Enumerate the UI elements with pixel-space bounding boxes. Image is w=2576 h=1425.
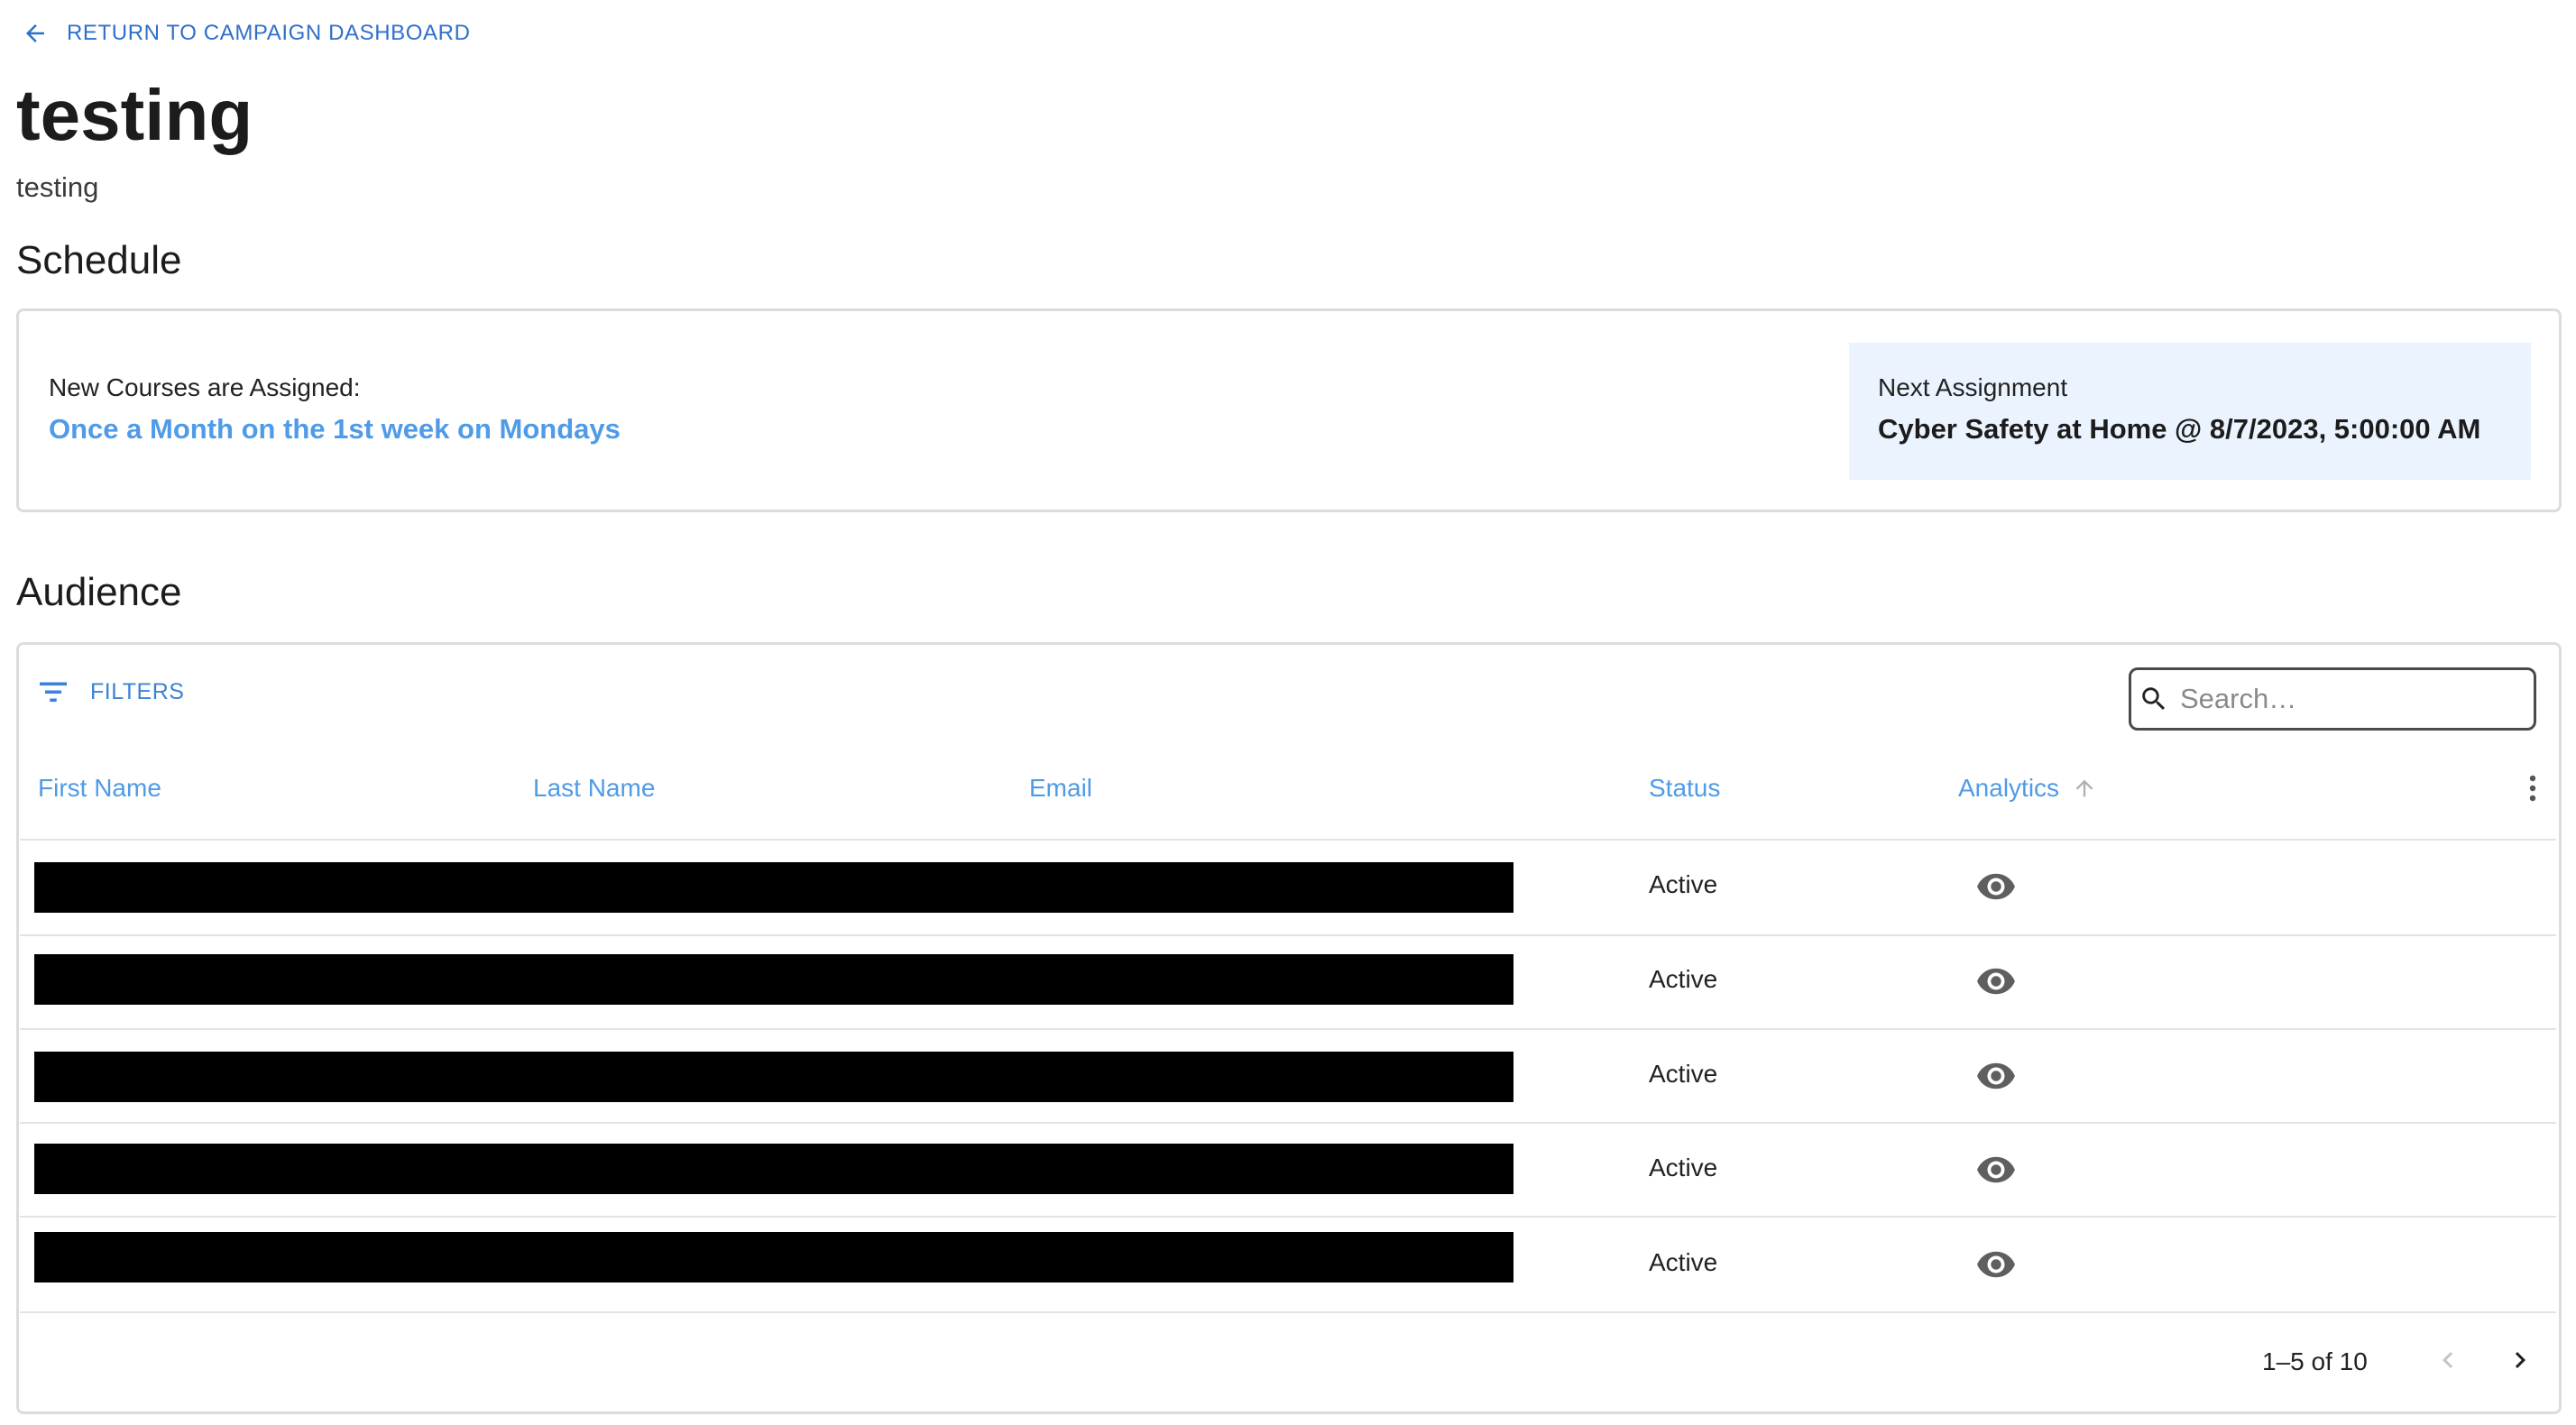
page-subtitle: testing [16,171,99,203]
previous-page-button[interactable] [2432,1344,2464,1381]
filters-button[interactable]: FILTERS [36,678,184,705]
redacted-cells [34,1232,1513,1282]
return-link-label: RETURN TO CAMPAIGN DASHBOARD [67,21,471,45]
column-header-analytics[interactable]: Analytics [1958,774,2097,803]
return-to-dashboard-link[interactable]: RETURN TO CAMPAIGN DASHBOARD [22,20,471,47]
status-cell: Active [1649,1248,1718,1276]
eye-icon [1977,873,2015,900]
column-header-email[interactable]: Email [1029,774,1092,803]
analytics-view-button[interactable] [1975,1153,2017,1191]
column-menu-button[interactable] [2524,772,2542,809]
row-divider [20,1311,2556,1313]
chevron-left-icon [2443,1352,2453,1368]
next-assignment-value: Cyber Safety at Home @ 8/7/2023, 5:00:00… [1878,413,2481,445]
column-header-analytics-label: Analytics [1958,774,2060,802]
status-cell: Active [1649,1060,1718,1088]
filters-label: FILTERS [90,678,185,704]
column-header-first-name[interactable]: First Name [38,774,161,803]
assigned-label: New Courses are Assigned: [49,373,361,401]
next-assignment-box [1849,343,2531,480]
analytics-view-button[interactable] [1975,964,2017,1003]
pagination-range: 1–5 of 10 [2262,1347,2368,1375]
analytics-view-button[interactable] [1975,869,2017,908]
eye-icon [1977,1156,2015,1183]
search-icon [2142,687,2166,711]
more-vert-icon [2529,775,2536,802]
status-cell: Active [1649,965,1718,993]
filter-list-icon [40,682,67,703]
eye-icon [1977,1062,2015,1089]
arrow-left-icon [26,24,44,42]
analytics-view-button[interactable] [1975,1247,2017,1286]
search-input[interactable] [2178,682,2507,716]
status-cell: Active [1649,1154,1718,1181]
redacted-cells [34,1052,1513,1102]
next-assignment-label: Next Assignment [1878,373,2068,401]
next-page-button[interactable] [2504,1344,2536,1381]
page-title: testing [16,75,253,155]
eye-icon [1977,1251,2015,1278]
redacted-cells [34,862,1513,913]
chevron-right-icon [2515,1352,2525,1368]
redacted-cells [34,1144,1513,1194]
arrow-up-icon [2075,779,2093,797]
analytics-view-button[interactable] [1975,1059,2017,1098]
assigned-value: Once a Month on the 1st week on Mondays [49,413,621,445]
search-field[interactable] [2129,667,2536,731]
audience-heading: Audience [16,570,182,614]
status-cell: Active [1649,870,1718,898]
eye-icon [1977,968,2015,995]
column-header-last-name[interactable]: Last Name [533,774,655,803]
column-header-status[interactable]: Status [1649,774,1720,803]
schedule-heading: Schedule [16,238,182,282]
redacted-cells [34,954,1513,1005]
